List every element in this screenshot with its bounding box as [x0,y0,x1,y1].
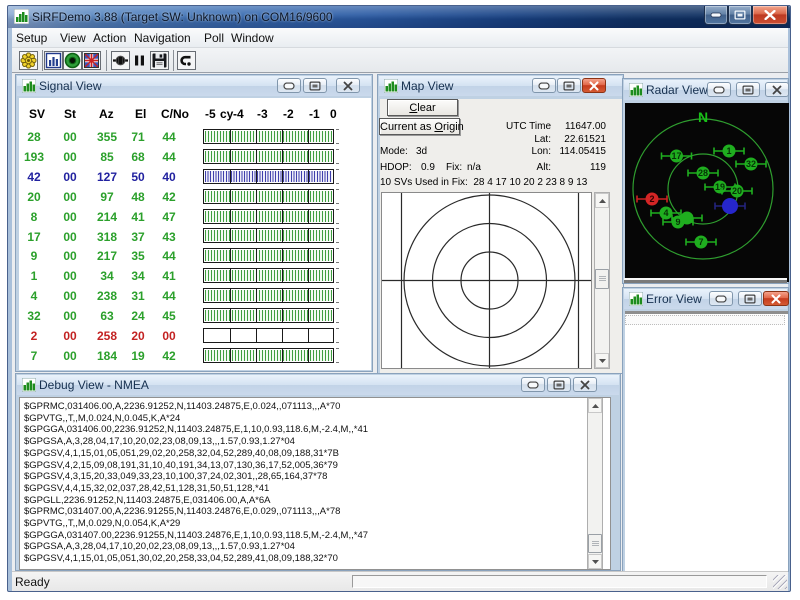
svg-text:20: 20 [732,186,742,196]
svg-text:2: 2 [649,194,654,204]
svg-text:1: 1 [726,146,731,156]
svg-text:32: 32 [746,159,756,169]
svg-text:4: 4 [663,208,668,218]
svg-text:28: 28 [698,168,708,178]
svg-text:17: 17 [671,151,681,161]
svg-text:7: 7 [698,237,703,247]
svg-text:N: N [698,109,708,125]
